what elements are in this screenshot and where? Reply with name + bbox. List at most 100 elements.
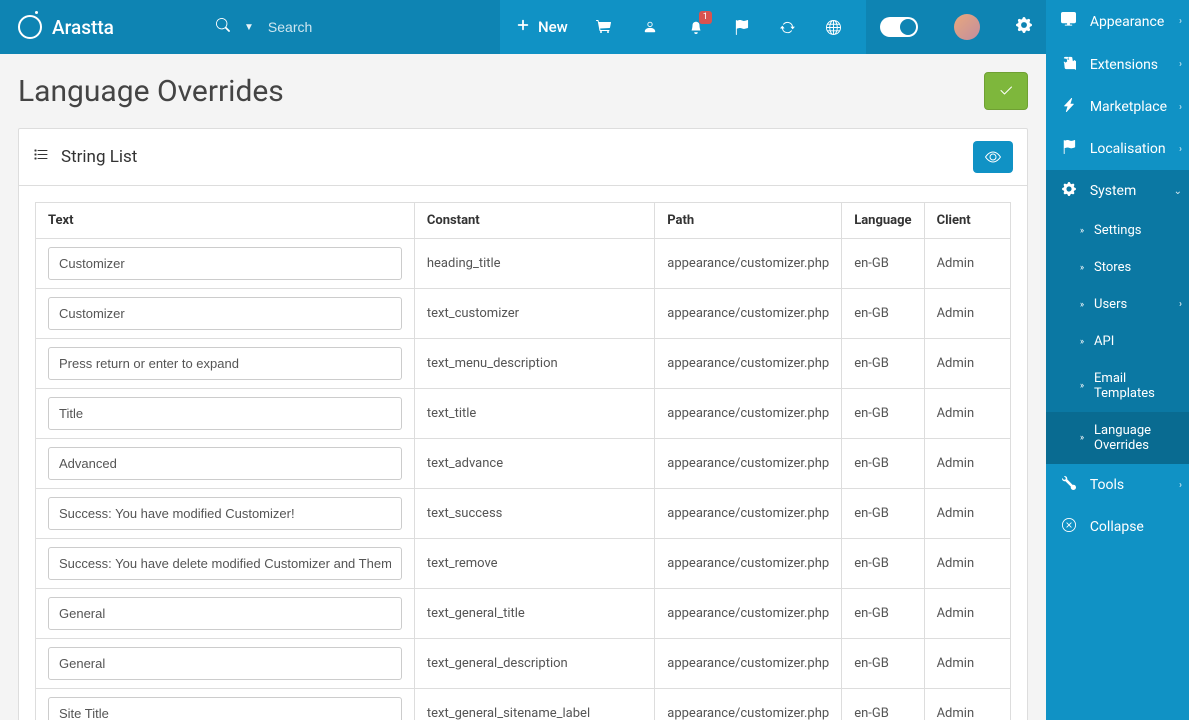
cell-client: Admin [924, 389, 1010, 439]
desktop-icon [1060, 12, 1078, 31]
cell-constant: heading_title [414, 239, 654, 289]
brand[interactable]: Arastta [0, 0, 200, 54]
sub-item-label: Email Templates [1094, 371, 1182, 401]
bell-icon[interactable]: 1 [676, 7, 716, 47]
text-input[interactable] [48, 297, 402, 330]
text-input[interactable] [48, 397, 402, 430]
th-language: Language [842, 203, 924, 239]
cell-constant: text_success [414, 489, 654, 539]
cell-language: en-GB [842, 339, 924, 389]
text-input[interactable] [48, 247, 402, 280]
page-title: Language Overrides [18, 74, 284, 109]
sub-item-label: Settings [1094, 223, 1141, 238]
sidebar-item-appearance[interactable]: Appearance › [1046, 0, 1189, 43]
topbar-icons: 1 [584, 7, 866, 47]
table-row: text_title appearance/customizer.php en-… [36, 389, 1011, 439]
panel-body: Text Constant Path Language Client headi… [19, 186, 1027, 720]
content: Language Overrides String List [0, 54, 1046, 720]
chevron-right-icon: › [1179, 299, 1182, 310]
sidebar: Appearance › Extensions › Marketplace › … [1046, 0, 1189, 720]
chevron-icon: » [1080, 381, 1084, 391]
cell-client: Admin [924, 689, 1010, 720]
page-header: Language Overrides [18, 72, 1028, 110]
text-input[interactable] [48, 647, 402, 680]
sidebar-item-extensions[interactable]: Extensions › [1046, 43, 1189, 86]
text-input[interactable] [48, 497, 402, 530]
save-button[interactable] [984, 72, 1028, 110]
wrench-icon [1060, 476, 1078, 494]
new-button[interactable]: New [500, 18, 584, 36]
sub-item-language-overrides[interactable]: » Language Overrides [1046, 412, 1189, 464]
brand-logo-icon [18, 15, 42, 39]
cell-client: Admin [924, 339, 1010, 389]
text-input[interactable] [48, 447, 402, 480]
flag-icon[interactable] [722, 7, 762, 47]
sub-item-api[interactable]: » API [1046, 323, 1189, 360]
topbar: Arastta ▼ New [0, 0, 1046, 54]
panel-title: String List [33, 147, 137, 167]
cell-client: Admin [924, 489, 1010, 539]
cell-path: appearance/customizer.php [655, 289, 842, 339]
cell-constant: text_general_description [414, 639, 654, 689]
globe-icon[interactable] [814, 7, 854, 47]
cell-constant: text_menu_description [414, 339, 654, 389]
sidebar-item-localisation[interactable]: Localisation › [1046, 128, 1189, 170]
cell-client: Admin [924, 239, 1010, 289]
brand-text: Arastta [52, 16, 114, 39]
search-dropdown-icon[interactable]: ▼ [244, 22, 254, 33]
sub-item-users[interactable]: » Users › [1046, 286, 1189, 323]
cell-constant: text_customizer [414, 289, 654, 339]
refresh-icon[interactable] [768, 7, 808, 47]
sub-item-label: API [1094, 334, 1114, 349]
sidebar-item-collapse[interactable]: Collapse [1046, 506, 1189, 548]
sub-item-label: Language Overrides [1094, 423, 1182, 453]
cell-path: appearance/customizer.php [655, 239, 842, 289]
cell-path: appearance/customizer.php [655, 389, 842, 439]
view-button[interactable] [973, 141, 1013, 173]
gear-icon [1060, 182, 1078, 200]
list-icon [33, 147, 49, 167]
text-input[interactable] [48, 597, 402, 630]
sidebar-item-system[interactable]: System ⌄ [1046, 170, 1189, 212]
search-area: ▼ [200, 0, 500, 54]
table-row: text_remove appearance/customizer.php en… [36, 539, 1011, 589]
text-input[interactable] [48, 547, 402, 580]
search-icon[interactable] [216, 18, 230, 36]
table-row: text_menu_description appearance/customi… [36, 339, 1011, 389]
cell-path: appearance/customizer.php [655, 589, 842, 639]
sidebar-item-label: Localisation [1090, 141, 1166, 157]
th-text: Text [36, 203, 415, 239]
table-row: heading_title appearance/customizer.php … [36, 239, 1011, 289]
chevron-down-icon: ⌄ [1174, 186, 1182, 197]
cell-path: appearance/customizer.php [655, 539, 842, 589]
toggle-switch[interactable] [880, 17, 918, 37]
chevron-right-icon: › [1179, 16, 1182, 27]
search-input[interactable] [268, 19, 484, 35]
table-row: text_advance appearance/customizer.php e… [36, 439, 1011, 489]
table-row: text_success appearance/customizer.php e… [36, 489, 1011, 539]
panel-title-text: String List [61, 147, 137, 167]
chevron-right-icon: › [1179, 144, 1182, 155]
chevron-right-icon: › [1179, 102, 1182, 113]
sub-item-stores[interactable]: » Stores [1046, 249, 1189, 286]
right-topbar [866, 0, 1046, 54]
sidebar-item-marketplace[interactable]: Marketplace › [1046, 86, 1189, 128]
cell-constant: text_title [414, 389, 654, 439]
avatar[interactable] [954, 14, 980, 40]
cell-language: en-GB [842, 589, 924, 639]
cell-language: en-GB [842, 639, 924, 689]
text-input[interactable] [48, 697, 402, 720]
sidebar-item-tools[interactable]: Tools › [1046, 464, 1189, 506]
gear-icon[interactable] [1016, 17, 1032, 37]
sub-item-email-templates[interactable]: » Email Templates [1046, 360, 1189, 412]
panel: String List Text Constant Path La [18, 128, 1028, 720]
cell-constant: text_remove [414, 539, 654, 589]
sub-item-settings[interactable]: » Settings [1046, 212, 1189, 249]
th-path: Path [655, 203, 842, 239]
star-icon [1060, 98, 1078, 116]
cell-language: en-GB [842, 539, 924, 589]
cart-icon[interactable] [584, 7, 624, 47]
text-input[interactable] [48, 347, 402, 380]
user-icon[interactable] [630, 7, 670, 47]
th-client: Client [924, 203, 1010, 239]
